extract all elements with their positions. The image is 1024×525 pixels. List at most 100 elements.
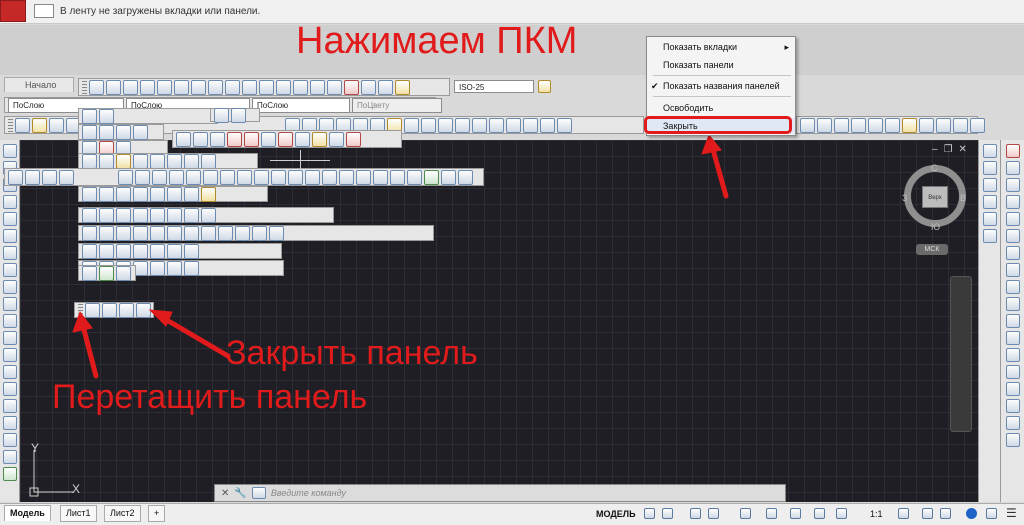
clean-screen-icon[interactable] bbox=[986, 508, 997, 519]
toolbar-icon[interactable] bbox=[184, 186, 199, 202]
toolbar-icon[interactable] bbox=[407, 169, 422, 185]
toolbar-icon[interactable] bbox=[231, 107, 246, 123]
dim-angular-icon[interactable] bbox=[293, 79, 308, 95]
toolbar-icon[interactable] bbox=[82, 207, 97, 223]
spline-icon[interactable] bbox=[2, 280, 17, 294]
zoom-realtime-icon[interactable] bbox=[523, 117, 538, 133]
chamfer-icon[interactable] bbox=[1005, 365, 1020, 379]
layer-icon[interactable] bbox=[982, 144, 997, 158]
floating-toolbar-9[interactable] bbox=[78, 225, 434, 241]
hatch-icon[interactable] bbox=[174, 79, 189, 95]
move-icon[interactable] bbox=[1005, 229, 1020, 243]
toolbar-icon[interactable] bbox=[176, 131, 191, 147]
layout-tab-sheet1[interactable]: Лист1 bbox=[60, 505, 97, 522]
hatch-icon[interactable] bbox=[2, 382, 17, 396]
dim-arc-icon[interactable] bbox=[225, 79, 240, 95]
toolbar-icon[interactable] bbox=[201, 207, 216, 223]
toolbar-icon[interactable] bbox=[269, 225, 284, 241]
dim-radius-icon[interactable] bbox=[259, 79, 274, 95]
break-icon[interactable] bbox=[1005, 331, 1020, 345]
plot-icon[interactable] bbox=[851, 117, 866, 133]
toolbar-icon[interactable] bbox=[184, 153, 199, 169]
back-arrow-icon[interactable] bbox=[85, 302, 100, 318]
toolbar-icon[interactable] bbox=[295, 131, 310, 147]
paste-icon[interactable] bbox=[438, 117, 453, 133]
polar-icon[interactable] bbox=[708, 508, 719, 519]
revision-cloud-icon[interactable] bbox=[2, 263, 17, 277]
grid-icon[interactable] bbox=[644, 508, 655, 519]
tolerance-icon[interactable] bbox=[344, 79, 359, 95]
mtext-icon[interactable] bbox=[2, 450, 17, 464]
toolbar-icon[interactable] bbox=[184, 243, 199, 259]
toolbar-icon[interactable] bbox=[99, 225, 114, 241]
toolbar-icon[interactable] bbox=[201, 153, 216, 169]
annotation-autoscale-icon[interactable] bbox=[836, 508, 847, 519]
pedit-icon[interactable] bbox=[1005, 433, 1020, 447]
layout-tab-model[interactable]: Модель bbox=[4, 505, 51, 521]
add-selected-icon[interactable] bbox=[2, 467, 17, 481]
plotstyle-select[interactable]: ПоЦвету bbox=[352, 97, 442, 113]
polygon-icon[interactable] bbox=[2, 195, 17, 209]
point-icon[interactable] bbox=[2, 365, 17, 379]
menu-item-release[interactable]: Освободить bbox=[647, 100, 795, 116]
copy-icon[interactable] bbox=[936, 117, 951, 133]
toolbar-icon[interactable] bbox=[99, 243, 114, 259]
ellipse-arc-icon[interactable] bbox=[2, 314, 17, 328]
toolbar-icon[interactable] bbox=[244, 131, 259, 147]
toolbar-icon[interactable] bbox=[214, 107, 229, 123]
toolbar-icon[interactable] bbox=[184, 207, 199, 223]
floating-toolbar-6[interactable] bbox=[78, 153, 258, 169]
arc-icon[interactable] bbox=[123, 79, 138, 95]
toolbar-icon[interactable] bbox=[167, 153, 182, 169]
dim-linear-icon[interactable] bbox=[191, 79, 206, 95]
command-input[interactable]: Введите команду bbox=[271, 488, 346, 498]
cylinder-icon[interactable] bbox=[25, 169, 40, 185]
toolbar-icon[interactable] bbox=[252, 225, 267, 241]
toolbar-icon[interactable] bbox=[254, 169, 269, 185]
scale-icon[interactable] bbox=[1005, 263, 1020, 277]
cone-icon[interactable] bbox=[42, 169, 57, 185]
dimstyle-manager-icon[interactable] bbox=[538, 80, 551, 93]
toolbar-icon[interactable] bbox=[82, 265, 97, 281]
recent-commands-icon[interactable] bbox=[251, 487, 266, 499]
toolbar-icon[interactable] bbox=[167, 260, 182, 276]
annotation-scale[interactable]: 1:1 bbox=[870, 509, 883, 519]
floating-toolbar-3d[interactable] bbox=[4, 168, 484, 186]
floating-toolbar-4[interactable] bbox=[172, 130, 402, 148]
toolbar-icon[interactable] bbox=[116, 207, 131, 223]
explode-icon[interactable] bbox=[1005, 416, 1020, 430]
menu-item-show-tabs[interactable]: Показать вкладки ▸ bbox=[647, 39, 795, 55]
stretch-icon[interactable] bbox=[1005, 280, 1020, 294]
dim-continue-icon[interactable] bbox=[327, 79, 342, 95]
minimize-icon[interactable]: – bbox=[932, 144, 944, 155]
blend-icon[interactable] bbox=[1005, 399, 1020, 413]
polyline-icon[interactable] bbox=[106, 79, 121, 95]
toolbar-icon[interactable] bbox=[82, 243, 97, 259]
customization-menu-icon[interactable]: ☰ bbox=[1006, 506, 1017, 520]
toolbar-icon[interactable] bbox=[305, 169, 320, 185]
floating-toolbar-12[interactable] bbox=[78, 265, 136, 281]
circle-icon[interactable] bbox=[140, 79, 155, 95]
open-icon[interactable] bbox=[817, 117, 832, 133]
toolbar-icon[interactable] bbox=[133, 207, 148, 223]
hardware-accel-icon[interactable] bbox=[966, 508, 977, 519]
toolbar-icon[interactable] bbox=[203, 169, 218, 185]
trim-icon[interactable] bbox=[1005, 297, 1020, 311]
panel-close-icon[interactable] bbox=[136, 302, 151, 318]
join-icon[interactable] bbox=[1005, 348, 1020, 362]
rectangle-icon[interactable] bbox=[157, 79, 172, 95]
toolbar-icon[interactable] bbox=[82, 186, 97, 202]
snap-icon[interactable] bbox=[662, 508, 673, 519]
sphere-icon[interactable] bbox=[59, 169, 74, 185]
toolbar-icon[interactable] bbox=[227, 131, 242, 147]
menu-item-show-panel-titles[interactable]: ✔ Показать названия панелей bbox=[647, 78, 795, 94]
toolbar-icon[interactable] bbox=[150, 186, 165, 202]
close-icon[interactable]: ✕ bbox=[959, 144, 973, 155]
sun-icon[interactable] bbox=[49, 117, 64, 133]
toolbar-icon[interactable] bbox=[193, 131, 208, 147]
floating-toolbar-10[interactable] bbox=[78, 243, 282, 259]
add-layout-button[interactable]: + bbox=[148, 505, 166, 522]
lineweight-select[interactable]: ПоСлою bbox=[252, 97, 350, 113]
forward-arrow-icon[interactable] bbox=[102, 302, 117, 318]
isolate-icon[interactable] bbox=[940, 508, 951, 519]
